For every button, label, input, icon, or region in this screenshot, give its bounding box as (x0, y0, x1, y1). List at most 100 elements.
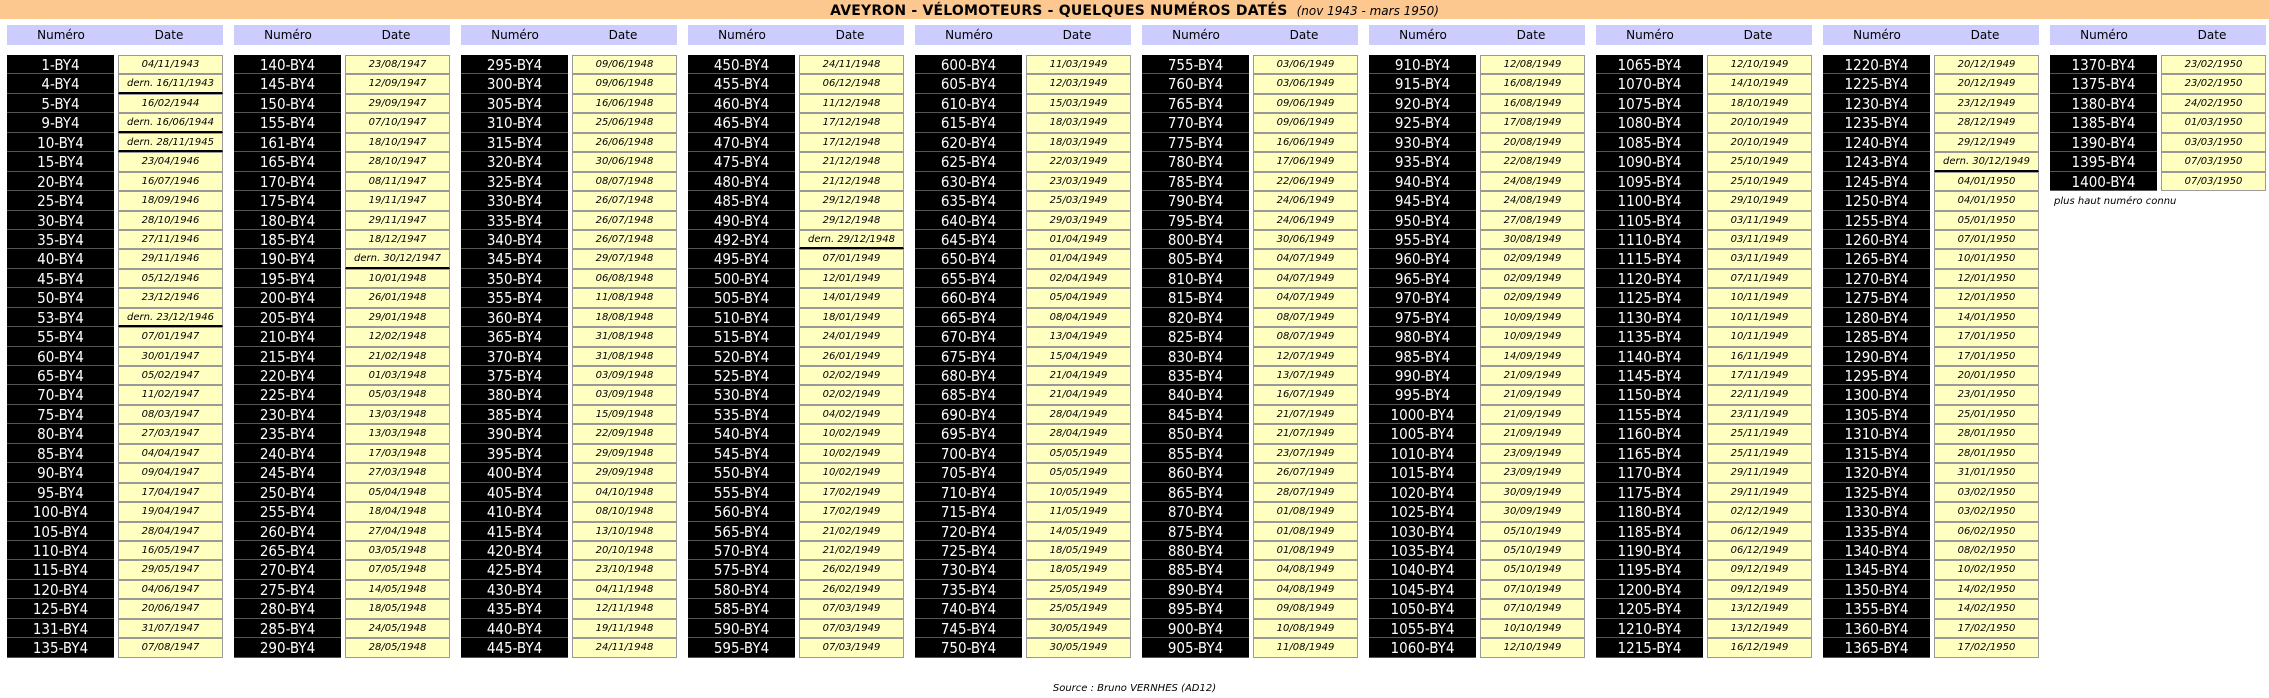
date-cell: 29/10/1949 (1707, 191, 1812, 211)
plate-number: 450-BY4 (688, 55, 795, 75)
table-row: 1045-BY4 07/10/1949 (1369, 579, 1585, 600)
header-numero: Numéro (2080, 28, 2128, 42)
table-row: 510-BY4 18/01/1949 (688, 307, 904, 328)
date-cell: 15/09/1948 (572, 404, 677, 425)
date-cell: 08/07/1949 (1253, 327, 1358, 347)
table-row: 465-BY4 17/12/1948 (688, 113, 904, 133)
date-cell: 10/02/1949 (799, 424, 904, 444)
date-cell: 14/09/1949 (1480, 346, 1585, 366)
plate-number: 1165-BY4 (1596, 443, 1703, 464)
column-header: Numéro Date (2050, 25, 2266, 45)
date-cell: 04/07/1949 (1253, 268, 1358, 289)
plate-number: 435-BY4 (461, 599, 568, 619)
plate-number: 600-BY4 (915, 55, 1022, 75)
plate-number: 580-BY4 (688, 579, 795, 600)
rows: 1-BY4 04/11/1943 4-BY4 dern. 16/11/1943 5-BY… (7, 55, 223, 658)
table-row: 950-BY4 27/08/1949 (1369, 210, 1585, 230)
table-row: 635-BY4 25/03/1949 (915, 191, 1131, 211)
table-row: 700-BY4 05/05/1949 (915, 443, 1131, 464)
table-row: 545-BY4 10/02/1949 (688, 443, 904, 464)
table-row: 480-BY4 21/12/1948 (688, 171, 904, 192)
table-row: 1355-BY4 14/02/1950 (1823, 599, 2039, 619)
table-row: 60-BY4 30/01/1947 (7, 346, 223, 366)
date-cell: 09/06/1949 (1253, 93, 1358, 114)
plate-number: 570-BY4 (688, 540, 795, 561)
plate-number: 1180-BY4 (1596, 502, 1703, 522)
table-row: 1310-BY4 28/01/1950 (1823, 424, 2039, 444)
table-row: 195-BY4 10/01/1948 (234, 268, 450, 289)
date-cell: 08/11/1947 (345, 171, 450, 192)
plate-number: 1280-BY4 (1823, 307, 1930, 328)
table-row: 475-BY4 21/12/1948 (688, 152, 904, 172)
table-row: 920-BY4 16/08/1949 (1369, 93, 1585, 114)
date-cell: dern. 30/12/1949 (1934, 152, 2039, 172)
plate-number: 465-BY4 (688, 113, 795, 133)
table-row: 580-BY4 26/02/1949 (688, 579, 904, 600)
table-row: 820-BY4 08/07/1949 (1142, 307, 1358, 328)
plate-number: 25-BY4 (7, 191, 114, 211)
plate-number: 750-BY4 (915, 638, 1022, 658)
table-row: 1400-BY4 07/03/1950 (2050, 171, 2266, 192)
plate-number: 725-BY4 (915, 540, 1022, 561)
source-note: Source : Bruno VERNHES (AD12) (1052, 683, 1217, 694)
plate-number: 640-BY4 (915, 210, 1022, 230)
date-cell: 22/09/1948 (572, 424, 677, 444)
table-row: 890-BY4 04/08/1949 (1142, 579, 1358, 600)
table-row: 665-BY4 08/04/1949 (915, 307, 1131, 328)
table-row: 560-BY4 17/02/1949 (688, 502, 904, 522)
plate-number: 1140-BY4 (1596, 346, 1703, 366)
date-cell: dern. 29/12/1948 (799, 229, 904, 250)
plate-number: 1040-BY4 (1369, 560, 1476, 580)
plate-number: 220-BY4 (234, 366, 341, 386)
date-cell: 29/11/1949 (1707, 482, 1812, 503)
plate-number: 15-BY4 (7, 152, 114, 172)
table-column-4: Numéro Date 450-BY4 24/11/1948 455-BY4 06/12/… (688, 25, 904, 658)
table-row: 10-BY4 dern. 28/11/1945 (7, 132, 223, 153)
table-row: 805-BY4 04/07/1949 (1142, 249, 1358, 269)
header-numero: Numéro (37, 28, 85, 42)
date-cell: 24/06/1949 (1253, 210, 1358, 230)
plate-number: 565-BY4 (688, 521, 795, 541)
date-cell: 16/12/1949 (1707, 638, 1812, 658)
date-cell: 08/07/1949 (1253, 307, 1358, 328)
table-row: 400-BY4 29/09/1948 (461, 463, 677, 483)
plate-number: 1230-BY4 (1823, 93, 1930, 114)
table-row: 360-BY4 18/08/1948 (461, 307, 677, 328)
plate-number: 995-BY4 (1369, 385, 1476, 405)
plate-number: 5-BY4 (7, 93, 114, 114)
plate-number: 655-BY4 (915, 268, 1022, 289)
date-cell: 26/07/1948 (572, 210, 677, 230)
table-row: 230-BY4 13/03/1948 (234, 404, 450, 425)
plate-number: 860-BY4 (1142, 463, 1249, 483)
plate-number: 1130-BY4 (1596, 307, 1703, 328)
date-cell: 14/02/1950 (1934, 579, 2039, 600)
table-row: 345-BY4 29/07/1948 (461, 249, 677, 269)
table-column-10: Numéro Date 1370-BY4 23/02/1950 1375-BY4 23/0… (2050, 25, 2266, 207)
table-row: 520-BY4 26/01/1949 (688, 346, 904, 366)
table-row: 505-BY4 14/01/1949 (688, 288, 904, 308)
table-row: 1220-BY4 20/12/1949 (1823, 55, 2039, 75)
date-cell: 11/02/1947 (118, 385, 223, 405)
date-cell: 26/02/1949 (799, 579, 904, 600)
table-row: 715-BY4 11/05/1949 (915, 502, 1131, 522)
table-row: 790-BY4 24/06/1949 (1142, 191, 1358, 211)
table-row: 1215-BY4 16/12/1949 (1596, 638, 1812, 658)
table-column-3: Numéro Date 295-BY4 09/06/1948 300-BY4 09/06/… (461, 25, 677, 658)
table-row: 440-BY4 19/11/1948 (461, 618, 677, 639)
table-row: 815-BY4 04/07/1949 (1142, 288, 1358, 308)
date-cell: 25/05/1949 (1026, 599, 1131, 619)
date-cell: 18/03/1949 (1026, 132, 1131, 153)
plate-number: 345-BY4 (461, 249, 568, 269)
table-row: 40-BY4 29/11/1946 (7, 249, 223, 269)
table-row: 70-BY4 11/02/1947 (7, 385, 223, 405)
date-cell: dern. 16/06/1944 (118, 113, 223, 133)
rows: 1065-BY4 12/10/1949 1070-BY4 14/10/1949 1075… (1596, 55, 1812, 658)
table-row: 430-BY4 04/11/1948 (461, 579, 677, 600)
table-row: 260-BY4 27/04/1948 (234, 521, 450, 541)
plate-number: 1110-BY4 (1596, 229, 1703, 250)
plate-number: 240-BY4 (234, 443, 341, 464)
table-row: 265-BY4 03/05/1948 (234, 540, 450, 561)
table-row: 1095-BY4 25/10/1949 (1596, 171, 1812, 192)
date-cell: 09/04/1947 (118, 463, 223, 483)
plate-number: 215-BY4 (234, 346, 341, 366)
